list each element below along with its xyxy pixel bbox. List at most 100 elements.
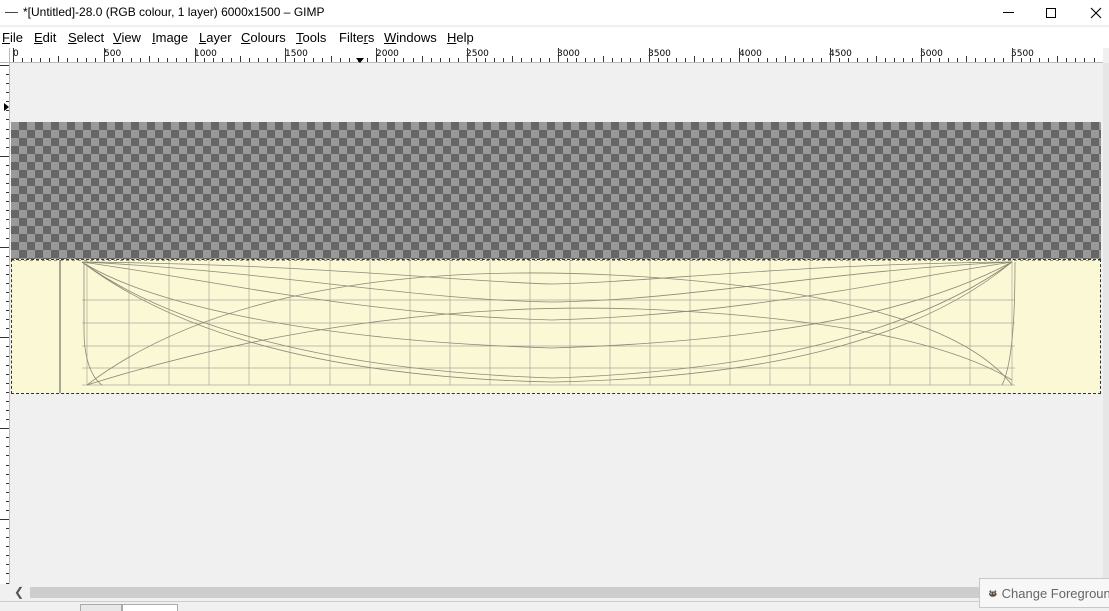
ruler-tick [1075, 58, 1076, 62]
ruler-label: 2000 [376, 49, 399, 59]
menu-layer[interactable]: Layer [199, 30, 232, 45]
ruler-tick [467, 48, 468, 62]
ruler-tick [649, 48, 650, 62]
ruler-tick [322, 58, 323, 62]
menu-edit[interactable]: Edit [34, 30, 56, 45]
ruler-tick [340, 58, 341, 62]
ruler-tick [848, 58, 849, 62]
menu-filters[interactable]: Filters [339, 30, 374, 45]
ruler-tick [231, 58, 232, 62]
ruler-tick [0, 247, 9, 248]
ruler-tick [6, 510, 9, 511]
minimize-icon [1002, 12, 1014, 13]
vertical-scrollbar[interactable] [1103, 63, 1109, 584]
menu-view[interactable]: View [113, 30, 141, 45]
ruler-tick [431, 58, 432, 62]
ruler-pointer-marker [4, 103, 9, 111]
ruler-tick [694, 56, 695, 62]
ruler-tick [195, 48, 196, 62]
vertical-ruler[interactable] [0, 63, 10, 584]
ruler-tick [6, 228, 9, 229]
ruler-tick [758, 58, 759, 62]
menu-image[interactable]: Image [152, 30, 188, 45]
menu-file[interactable]: File [2, 30, 23, 45]
ruler-tick [585, 58, 586, 62]
ruler-tick [213, 58, 214, 62]
ruler-tick [676, 58, 677, 62]
minimize-button[interactable] [985, 0, 1031, 25]
ruler-tick [1084, 58, 1085, 62]
ruler-tick [748, 58, 749, 62]
ruler-tick [512, 56, 513, 62]
transparent-canvas-area [11, 122, 1101, 259]
ruler-tick [994, 58, 995, 62]
horizontal-scrollbar[interactable]: ❮ [10, 584, 1103, 601]
ruler-tick [40, 58, 41, 62]
menu-windows[interactable]: Windows [384, 30, 437, 45]
ruler-tick [6, 119, 9, 120]
ruler-tick [630, 58, 631, 62]
ruler-tick [86, 58, 87, 62]
ruler-tick [349, 58, 350, 62]
horizontal-scroll-thumb[interactable] [30, 587, 990, 598]
menu-select[interactable]: Select [68, 30, 104, 45]
ruler-tick [6, 401, 9, 402]
ruler-tick [6, 356, 9, 357]
window-title: *[Untitled]-28.0 (RGB colour, 1 layer) 6… [23, 5, 325, 19]
ruler-tick [957, 58, 958, 62]
ruler-tick [503, 58, 504, 62]
ruler-tick [285, 48, 286, 62]
ruler-tick [6, 147, 9, 148]
ruler-tick [794, 58, 795, 62]
ruler-tick [6, 101, 9, 102]
ruler-tick [131, 58, 132, 62]
ruler-tick [531, 58, 532, 62]
ruler-tick [222, 58, 223, 62]
ruler-tick [95, 58, 96, 62]
menu-colours[interactable]: Colours [241, 30, 286, 45]
ruler-tick [6, 292, 9, 293]
ruler-tick [6, 183, 9, 184]
ruler-tick [876, 56, 877, 62]
app-menu-icon[interactable] [5, 12, 18, 13]
ruler-tick [6, 328, 9, 329]
menu-tools[interactable]: Tools [296, 30, 326, 45]
ruler-tick [6, 383, 9, 384]
ruler-tick [739, 48, 740, 62]
maximize-button[interactable] [1028, 0, 1074, 25]
ruler-tick [594, 58, 595, 62]
ruler-tick [422, 56, 423, 62]
ruler-tick [104, 48, 105, 62]
ruler-tick [658, 58, 659, 62]
chevron-left-icon[interactable]: ❮ [14, 585, 24, 599]
ruler-tick [921, 48, 922, 62]
horizontal-ruler[interactable]: 0 500 1000 1500 2000 2500 3000 3500 4000… [10, 48, 1103, 63]
ruler-corner[interactable] [0, 48, 10, 63]
ruler-tick [6, 419, 9, 420]
ruler-tick [685, 58, 686, 62]
layer-image-ship-lines-drawing[interactable] [11, 259, 1101, 394]
ruler-tick [6, 573, 9, 574]
ruler-tick [22, 58, 23, 62]
ruler-tick [267, 58, 268, 62]
ruler-tick [894, 58, 895, 62]
ruler-tick [6, 555, 9, 556]
close-button[interactable] [1073, 0, 1109, 25]
ruler-tick [785, 56, 786, 62]
ruler-tick [6, 238, 9, 239]
menu-help[interactable]: Help [447, 30, 474, 45]
ruler-tick [6, 374, 9, 375]
ruler-tick [549, 58, 550, 62]
ruler-tick [6, 256, 9, 257]
ruler-tick [621, 58, 622, 62]
ruler-tick [985, 58, 986, 62]
image-canvas[interactable] [10, 63, 1103, 584]
ruler-tick [6, 192, 9, 193]
ruler-tick [158, 58, 159, 62]
ruler-tick [204, 58, 205, 62]
ruler-tick [6, 346, 9, 347]
ruler-tick [0, 65, 9, 66]
ruler-tick [6, 301, 9, 302]
ruler-tick [6, 210, 9, 211]
ruler-tick [6, 446, 9, 447]
